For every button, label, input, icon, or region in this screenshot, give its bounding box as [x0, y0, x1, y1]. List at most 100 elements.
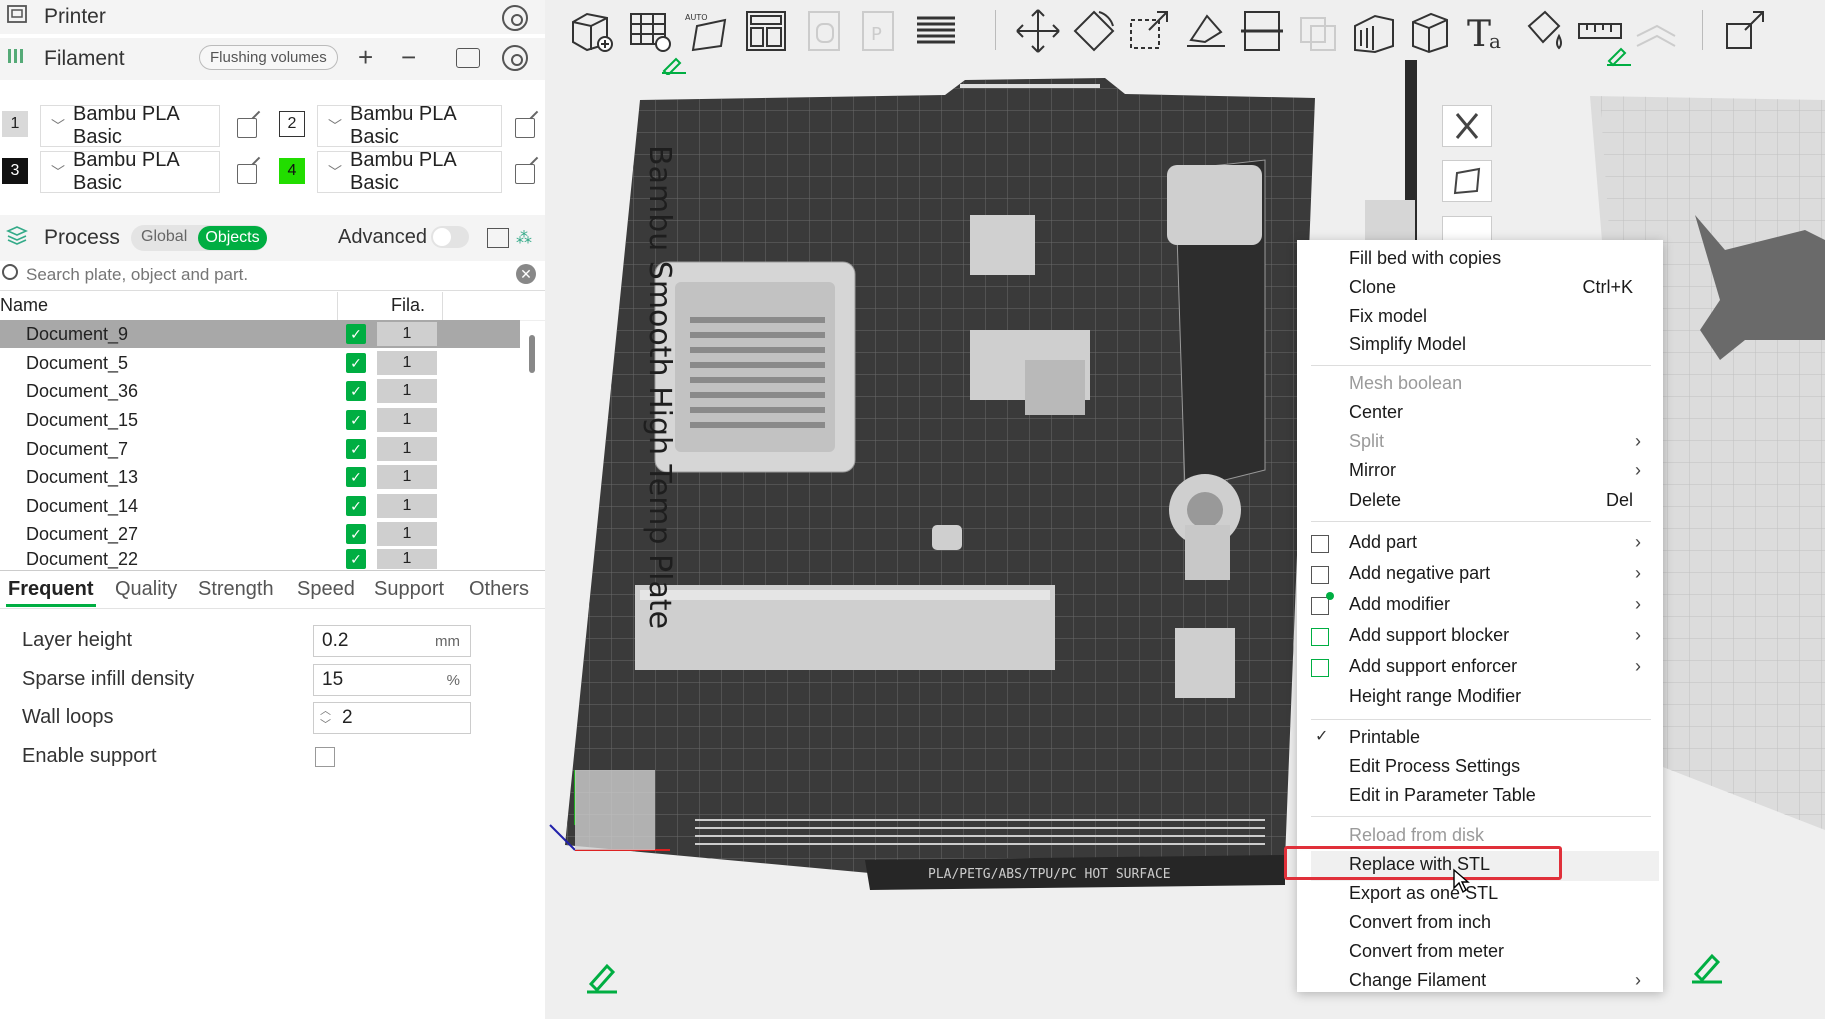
list-item[interactable]: Document_22 ✓ 1 — [0, 549, 520, 569]
filament-icon — [6, 46, 36, 72]
filament-slot-2-select[interactable]: ﹀ Bambu PLA Basic — [317, 103, 502, 148]
add-filament-button[interactable]: + — [358, 42, 373, 73]
menu-item-replace-with-stl[interactable]: Replace with STL — [1349, 854, 1649, 880]
menu-item-label: Convert from meter — [1349, 941, 1505, 961]
menu-item-height-range-modifier[interactable]: Height range Modifier — [1349, 686, 1649, 712]
chevron-right-icon: › — [1635, 625, 1641, 645]
menu-item-add-part[interactable]: Add part › — [1349, 532, 1649, 558]
auto-orient-side-icon[interactable] — [1442, 160, 1492, 202]
menu-item-fill-bed[interactable]: Fill bed with copies — [1349, 248, 1649, 274]
filament-slot-2-number[interactable]: 2 — [279, 111, 305, 137]
visible-checkbox[interactable]: ✓ — [346, 549, 366, 569]
advanced-toggle[interactable] — [431, 226, 469, 248]
wall-loops-stepper[interactable]: ︿ ﹀ 2 — [313, 702, 471, 734]
tab-speed[interactable]: Speed — [297, 578, 355, 601]
visible-checkbox[interactable]: ✓ — [346, 381, 366, 401]
menu-item-fix-model[interactable]: Fix model — [1349, 306, 1649, 332]
tab-frequent[interactable]: Frequent — [8, 578, 94, 601]
edit-filament-4-icon[interactable] — [515, 164, 535, 184]
visible-checkbox[interactable]: ✓ — [346, 524, 366, 544]
visible-checkbox[interactable]: ✓ — [346, 353, 366, 373]
filament-sync-icon[interactable] — [456, 48, 480, 68]
list-item[interactable]: Document_36 ✓ 1 — [0, 377, 520, 405]
menu-item-edit-parameter-table[interactable]: Edit in Parameter Table — [1349, 785, 1649, 811]
menu-item-convert-from-meter[interactable]: Convert from meter — [1349, 941, 1649, 967]
arrange-side-icon[interactable] — [1442, 216, 1492, 242]
edit-plate-2-icon[interactable] — [1605, 45, 1635, 69]
menu-item-edit-process-settings[interactable]: Edit Process Settings — [1349, 756, 1649, 782]
list-item[interactable]: Document_13 ✓ 1 — [0, 463, 520, 491]
column-name-header[interactable]: Name — [0, 295, 48, 316]
visible-checkbox[interactable]: ✓ — [346, 410, 366, 430]
menu-item-simplify-model[interactable]: Simplify Model — [1349, 334, 1649, 360]
menu-item-delete[interactable]: Delete Del — [1349, 490, 1649, 516]
filament-index[interactable]: 1 — [377, 351, 437, 375]
remove-filament-button[interactable]: − — [401, 42, 416, 73]
filament-index[interactable]: 1 — [377, 549, 437, 569]
filament-index[interactable]: 1 — [377, 322, 437, 346]
list-item[interactable]: Document_7 ✓ 1 — [0, 435, 520, 463]
filament-settings-gear-icon[interactable] — [502, 45, 528, 71]
menu-item-label: Mesh boolean — [1349, 373, 1463, 393]
menu-item-center[interactable]: Center — [1349, 402, 1649, 428]
menu-item-add-support-enforcer[interactable]: Add support enforcer › — [1349, 656, 1649, 682]
filament-slot-1-select[interactable]: ﹀ Bambu PLA Basic — [40, 103, 220, 148]
tab-others[interactable]: Others — [469, 578, 529, 601]
object-settings-icon[interactable]: ⁂ — [516, 228, 534, 247]
tab-quality[interactable]: Quality — [115, 578, 177, 601]
filament-index[interactable]: 1 — [377, 494, 437, 518]
stepper-arrows-icon[interactable]: ︿ ﹀ — [320, 704, 331, 732]
filament-index[interactable]: 1 — [377, 522, 437, 546]
edit-filament-1-icon[interactable] — [237, 118, 257, 138]
edit-plate-3-icon[interactable] — [585, 960, 619, 994]
visible-checkbox[interactable]: ✓ — [346, 324, 366, 344]
toggle-global-label[interactable]: Global — [141, 228, 187, 246]
tab-support[interactable]: Support — [374, 578, 444, 601]
menu-item-printable[interactable]: Printable — [1349, 727, 1649, 753]
list-item[interactable]: Document_14 ✓ 1 — [0, 492, 520, 520]
column-fila-header[interactable]: Fila. — [391, 295, 425, 316]
filament-slot-4-number[interactable]: 4 — [279, 158, 305, 184]
filament-slot-4-select[interactable]: ﹀ Bambu PLA Basic — [317, 149, 502, 194]
printer-settings-gear-icon[interactable] — [502, 5, 528, 31]
filament-index[interactable]: 1 — [377, 408, 437, 432]
close-view-icon[interactable] — [1442, 105, 1492, 147]
menu-item-mirror[interactable]: Mirror › — [1349, 460, 1649, 486]
menu-item-add-modifier[interactable]: Add modifier › — [1349, 594, 1649, 620]
filament-slot-3-number[interactable]: 3 — [2, 158, 28, 184]
layer-height-field[interactable]: 0.2 mm — [313, 625, 471, 657]
menu-item-clone[interactable]: Clone Ctrl+K — [1349, 277, 1649, 303]
visible-checkbox[interactable]: ✓ — [346, 467, 366, 487]
menu-item-add-negative-part[interactable]: Add negative part › — [1349, 563, 1649, 589]
toggle-objects-label[interactable]: Objects — [198, 226, 267, 250]
menu-item-export-as-one-stl[interactable]: Export as one STL — [1349, 883, 1649, 909]
menu-item-convert-from-inch[interactable]: Convert from inch — [1349, 912, 1649, 938]
search-input[interactable] — [24, 262, 508, 288]
list-item[interactable]: Document_15 ✓ 1 — [0, 406, 520, 434]
visible-checkbox[interactable]: ✓ — [346, 496, 366, 516]
filament-index[interactable]: 1 — [377, 379, 437, 403]
edit-filament-3-icon[interactable] — [237, 164, 257, 184]
edit-plate-icon[interactable] — [660, 55, 690, 75]
edit-plate-4-icon[interactable] — [1690, 950, 1724, 984]
list-item[interactable]: Document_5 ✓ 1 — [0, 349, 520, 377]
menu-item-change-filament[interactable]: Change Filament › — [1349, 970, 1649, 996]
list-item[interactable]: Document_27 ✓ 1 — [0, 520, 520, 548]
sparse-infill-field[interactable]: 15 % — [313, 664, 471, 696]
list-view-icon[interactable] — [487, 228, 509, 248]
chevron-right-icon: › — [1635, 970, 1641, 990]
edit-filament-2-icon[interactable] — [515, 118, 535, 138]
list-item[interactable]: Document_9 ✓ 1 — [0, 320, 520, 348]
filament-index[interactable]: 1 — [377, 465, 437, 489]
flushing-volumes-button[interactable]: Flushing volumes — [199, 45, 338, 70]
filament-slot-3-select[interactable]: ﹀ Bambu PLA Basic — [40, 149, 220, 194]
tab-strength[interactable]: Strength — [198, 578, 274, 601]
enable-support-checkbox[interactable] — [315, 747, 335, 767]
filament-index[interactable]: 1 — [377, 437, 437, 461]
filament-slot-1-number[interactable]: 1 — [2, 111, 28, 137]
visible-checkbox[interactable]: ✓ — [346, 439, 366, 459]
clear-search-icon[interactable]: ✕ — [516, 264, 536, 284]
menu-item-add-support-blocker[interactable]: Add support blocker › — [1349, 625, 1649, 651]
printer-section-header[interactable]: Printer — [0, 0, 545, 34]
object-list-scrollbar[interactable] — [529, 335, 535, 373]
